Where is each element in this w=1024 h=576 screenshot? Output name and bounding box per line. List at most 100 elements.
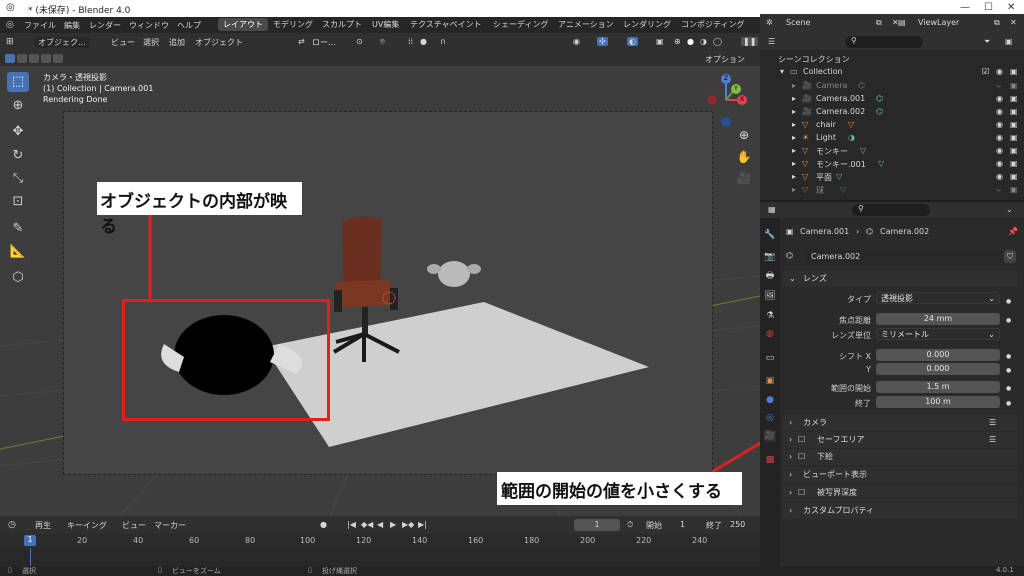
select-mode-intersect-icon[interactable] (53, 54, 63, 63)
end-frame-field[interactable]: 250 (730, 520, 745, 529)
zoom-icon[interactable]: ⊕ (735, 128, 753, 146)
options-dropdown[interactable]: オプション (705, 54, 745, 65)
safe-areas-panel-header[interactable]: › ☐ セーフエリア ☰ (783, 432, 1017, 448)
camera-data-icon[interactable]: ⌬ (786, 251, 793, 260)
eye-icon[interactable]: ◉ (996, 133, 1003, 142)
clip-start-field[interactable]: 1.5 m (876, 381, 1000, 393)
gizmo-neg-z-icon[interactable] (721, 117, 731, 127)
filter-icon[interactable]: ⏷ (984, 37, 990, 47)
collection-tab-icon[interactable]: ▭ (764, 352, 776, 364)
keying-menu[interactable]: キーイング (67, 520, 107, 531)
marker-menu[interactable]: マーカー (154, 520, 186, 531)
view-layer-name[interactable]: ViewLayer (918, 18, 959, 27)
next-keyframe-icon[interactable]: ▶◆ (402, 520, 414, 529)
expand-icon[interactable]: ▸ (792, 146, 796, 155)
menu-add[interactable]: 追加 (169, 37, 185, 48)
falloff-icon[interactable]: ∩ (440, 37, 446, 46)
gizmo-x-icon[interactable]: X (737, 95, 747, 105)
keyframe-dot-icon[interactable]: ● (1006, 353, 1011, 360)
tool-tab-icon[interactable]: 🔧 (764, 229, 776, 241)
outliner-row-collection[interactable]: ▾ ▭ Collection ☑ ◉ ▣ (760, 65, 1024, 78)
checkbox-icon[interactable]: ☑ (982, 67, 989, 76)
outliner-row-item[interactable]: ▸ ▽ 平面 ▽ ◉ ▣ (760, 170, 1024, 183)
select-mode-new-icon[interactable] (5, 54, 15, 63)
expand-icon[interactable]: ▸ (792, 120, 796, 129)
tab-sculpt[interactable]: スカルプト (317, 18, 367, 31)
delete-view-layer-icon[interactable]: ✕ (1010, 18, 1017, 27)
eye-icon[interactable]: ◉ (996, 107, 1003, 116)
expand-icon[interactable]: ▸ (792, 81, 796, 90)
current-frame-field[interactable]: 1 (574, 519, 620, 531)
select-mode-invert-icon[interactable] (41, 54, 51, 63)
wireframe-shading-icon[interactable]: ⊕ (674, 37, 681, 46)
snap-target-icon[interactable]: ⁞⁞ (408, 37, 413, 46)
transform-orientation-icon[interactable]: ⇄ (298, 37, 305, 46)
cursor-tool-icon[interactable]: ⊕ (7, 96, 29, 116)
outliner-row-item[interactable]: ▸ ☀ Light ◑ ◉ ▣ (760, 131, 1024, 144)
new-collection-icon[interactable]: ▣ (1005, 37, 1013, 46)
panel-checkbox-icon[interactable]: ☐ (798, 449, 805, 465)
scene-selector-icon[interactable]: ✲ (766, 18, 773, 27)
lens-panel-header[interactable]: ⌄ レンズ (783, 271, 1017, 287)
modifier-tab-icon[interactable]: ● (764, 394, 776, 406)
camera-render-icon[interactable]: ▣ (1010, 185, 1018, 194)
material-shading-icon[interactable]: ◑ (700, 37, 707, 46)
clip-end-field[interactable]: 100 m (876, 396, 1000, 408)
expand-icon[interactable]: ▸ (792, 94, 796, 103)
data-block-name-field[interactable]: Camera.002 (806, 250, 1002, 263)
new-scene-icon[interactable]: ⧉ (876, 18, 882, 28)
camera-render-icon[interactable]: ▣ (1010, 120, 1018, 129)
gizmo-toggle-icon[interactable]: ✣ (597, 37, 608, 46)
outliner-row-item[interactable]: ▸ ▽ モンキー ▽ ◉ ▣ (760, 144, 1024, 157)
lens-type-dropdown[interactable]: 透視投影 ⌄ (876, 292, 1000, 304)
view-layer-icon[interactable]: ▤ (898, 18, 906, 27)
editor-type-icon[interactable]: ⊞ (6, 37, 14, 47)
pivot-icon[interactable]: ⊙ (356, 37, 363, 46)
playback-menu[interactable]: 再生 (35, 520, 51, 531)
properties-options-icon[interactable]: ⌄ (1006, 205, 1013, 214)
prev-keyframe-icon[interactable]: ◆◀ (361, 520, 373, 529)
list-icon[interactable]: ☰ (989, 432, 996, 448)
camera-data-tab-icon[interactable]: 🎥 (764, 430, 776, 442)
play-icon[interactable]: ▶ (390, 520, 396, 529)
keyframe-dot-icon[interactable]: ● (1006, 298, 1011, 305)
menu-render[interactable]: レンダー (89, 20, 121, 31)
rotate-tool-icon[interactable]: ↻ (7, 146, 29, 166)
frame-ruler[interactable]: 1 20 40 60 80 100 120 140 160 180 200 22… (0, 534, 760, 548)
camera-render-icon[interactable]: ▣ (1010, 159, 1018, 168)
camera-panel-header[interactable]: › カメラ ☰ (783, 415, 1017, 431)
blender-menu-icon[interactable]: ◎ (6, 20, 14, 30)
viewport-display-panel-header[interactable]: › ビューポート表示 (783, 467, 1017, 483)
expand-icon[interactable]: ▸ (792, 107, 796, 116)
outliner-row-item[interactable]: ▸ 🎥 Camera.001 ⌬ ◉ ▣ (760, 92, 1024, 105)
eye-icon[interactable]: ◉ (996, 94, 1003, 103)
depth-of-field-panel-header[interactable]: › ☐ 被写界深度 (783, 485, 1017, 501)
close-icon[interactable]: ✕ (1007, 2, 1015, 13)
eye-icon[interactable]: ◉ (996, 159, 1003, 168)
record-icon[interactable]: ● (320, 520, 327, 529)
world-tab-icon[interactable]: ◍ (764, 328, 776, 340)
expand-icon[interactable]: ▸ (792, 185, 796, 194)
eye-icon[interactable]: ◉ (996, 67, 1003, 76)
texture-tab-icon[interactable]: ▩ (764, 454, 776, 466)
mode-dropdown[interactable]: オブジェク... (34, 37, 90, 48)
tab-compositing[interactable]: コンポジティング (676, 18, 750, 31)
minimize-icon[interactable]: — (960, 2, 970, 13)
list-icon[interactable]: ☰ (989, 415, 996, 431)
panel-checkbox-icon[interactable]: ☐ (798, 432, 805, 448)
keyframe-dot-icon[interactable]: ● (1006, 385, 1011, 392)
transform-tool-icon[interactable]: ⊡ (7, 192, 29, 212)
scene-tab-icon[interactable]: ⚗ (764, 310, 776, 322)
keyframe-dot-icon[interactable]: ● (1006, 400, 1011, 407)
tab-shading[interactable]: シェーディング (488, 18, 553, 31)
expand-icon[interactable]: ▸ (792, 159, 796, 168)
gizmo-neg-x-icon[interactable] (707, 95, 717, 105)
keyframe-dot-icon[interactable]: ● (1006, 367, 1011, 374)
new-view-layer-icon[interactable]: ⧉ (994, 18, 1000, 28)
view-layer-tab-icon[interactable]: 🖼 (764, 290, 776, 302)
expand-icon[interactable]: ▸ (792, 172, 796, 181)
tab-modeling[interactable]: モデリング (268, 18, 318, 31)
tab-layout[interactable]: レイアウト (218, 18, 268, 31)
transform-orientation-dropdown[interactable]: ロー... (312, 37, 336, 48)
background-images-panel-header[interactable]: › ☐ 下絵 (783, 449, 1017, 465)
